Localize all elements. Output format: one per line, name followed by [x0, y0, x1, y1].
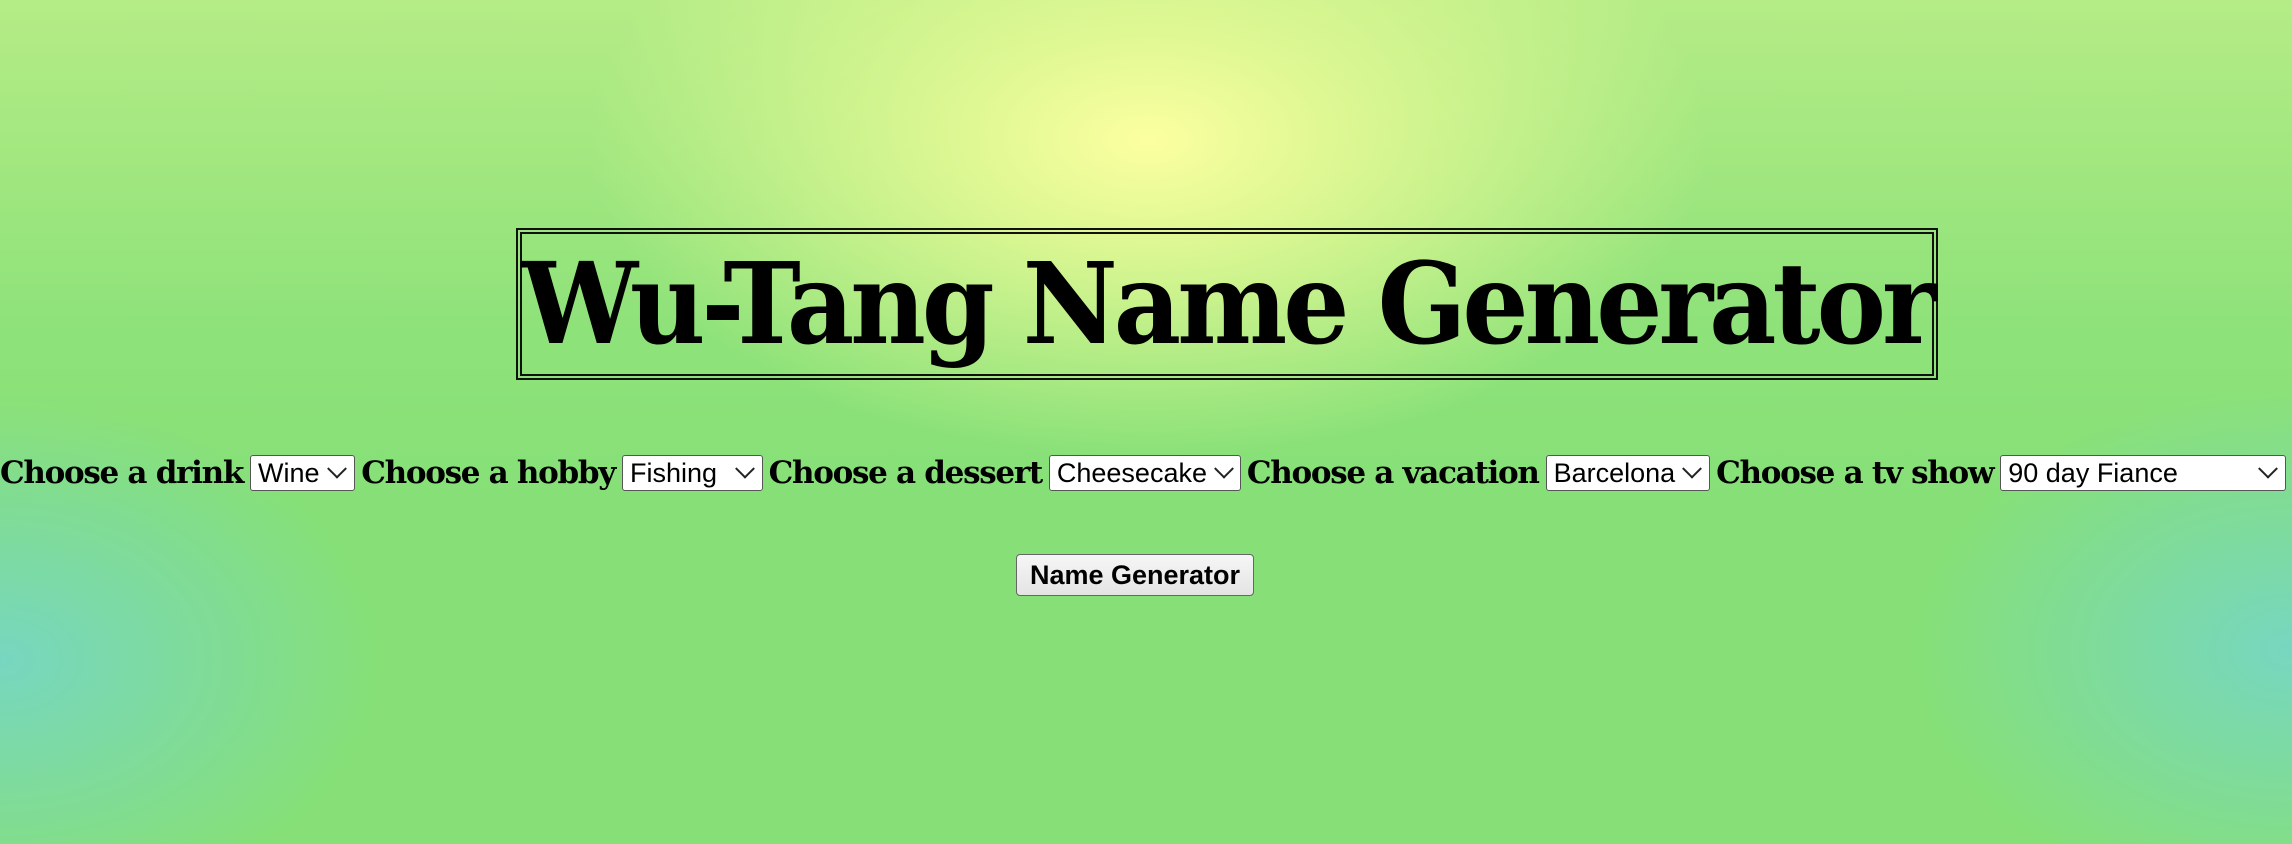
tv-show-label: Choose a tv show — [1716, 455, 1994, 491]
tv-show-select[interactable]: 90 day Fiance — [2000, 455, 2286, 491]
drink-select-value: Wine — [258, 457, 320, 488]
drink-select[interactable]: Wine — [250, 455, 356, 491]
vacation-select[interactable]: Barcelona — [1545, 455, 1711, 491]
title-frame: Wu-Tang Name Generator — [516, 228, 1938, 380]
dessert-label: Choose a dessert — [768, 455, 1044, 491]
chevron-down-icon — [2258, 458, 2278, 479]
drink-label: Choose a drink — [0, 455, 244, 491]
dessert-select[interactable]: Cheesecake — [1048, 455, 1241, 491]
hobby-select-value: Fishing — [630, 457, 718, 488]
chevron-down-icon — [734, 458, 755, 479]
name-generator-button[interactable]: Name Generator — [1016, 554, 1254, 596]
vacation-select-value: Barcelona — [1553, 457, 1676, 488]
hobby-label: Choose a hobby — [361, 455, 616, 491]
vacation-label: Choose a vacation — [1246, 455, 1540, 491]
hobby-select[interactable]: Fishing — [622, 455, 763, 491]
chevron-down-icon — [327, 458, 348, 479]
chevron-down-icon — [1682, 458, 1703, 479]
tv-show-select-value: 90 day Fiance — [2008, 457, 2178, 488]
selection-form: Choose a drink Wine Choose a hobby Fishi… — [0, 448, 2292, 498]
chevron-down-icon — [1214, 458, 1234, 479]
dessert-select-value: Cheesecake — [1056, 457, 1207, 488]
page-title: Wu-Tang Name Generator — [521, 237, 1937, 370]
